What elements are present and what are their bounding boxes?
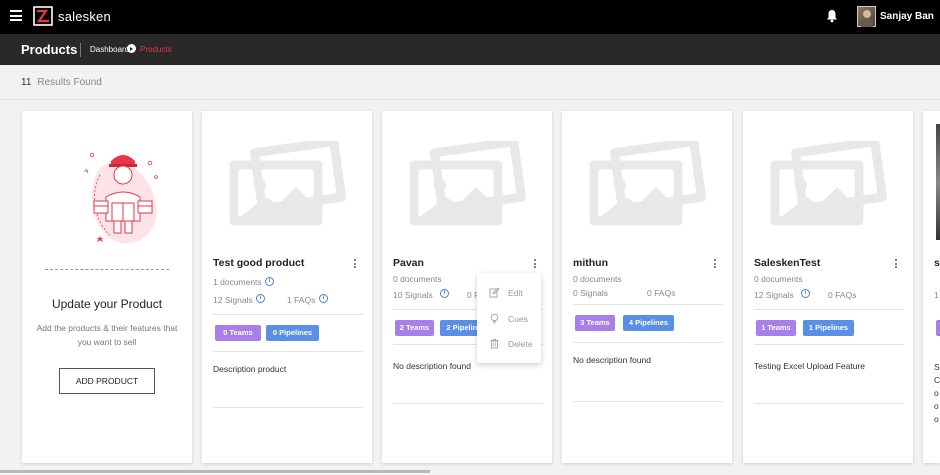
card-divider: [573, 304, 723, 305]
pipelines-badge[interactable]: 0 Pipelines: [266, 325, 319, 341]
image-placeholder-icon: [767, 141, 891, 227]
image-placeholder-icon: [226, 141, 350, 227]
product-documents: 1: [934, 290, 939, 300]
bell-icon[interactable]: [826, 9, 838, 23]
menu-item-edit[interactable]: Edit: [489, 287, 523, 298]
menu-item-delete[interactable]: Delete: [489, 338, 533, 349]
avatar[interactable]: [857, 6, 876, 27]
product-name[interactable]: mithun: [573, 257, 608, 269]
product-description: Testing Excel Upload Feature: [754, 361, 866, 371]
teams-badge[interactable]: 2 Teams: [395, 320, 434, 336]
horizontal-scrollbar[interactable]: [0, 470, 430, 473]
product-signals: 10 Signals: [393, 290, 433, 300]
info-icon[interactable]: i: [265, 277, 274, 286]
breadcrumb-products: Products: [140, 45, 172, 54]
chevron-right-icon: [127, 44, 136, 53]
product-signals: 12 Signals: [754, 290, 794, 300]
info-icon[interactable]: i: [319, 294, 328, 303]
add-product-button[interactable]: ADD PRODUCT: [59, 368, 155, 394]
lightbulb-icon: [490, 313, 499, 324]
menu-icon[interactable]: [10, 10, 22, 21]
product-card[interactable]: Test good product 1 documents i 12 Signa…: [202, 111, 372, 463]
card-divider: [213, 314, 363, 315]
product-card[interactable]: SaleskenTest 0 documents 12 Signals i 0 …: [743, 111, 913, 463]
more-options-icon[interactable]: [714, 259, 717, 269]
card-divider: [213, 351, 363, 352]
salesken-logo-icon: [33, 6, 53, 26]
card-divider: [573, 401, 723, 402]
product-name[interactable]: Pavan: [393, 257, 424, 269]
user-name[interactable]: Sanjay Ban: [880, 11, 934, 22]
page-title: Products: [21, 42, 78, 57]
product-image: [936, 124, 940, 240]
header-divider: [80, 43, 81, 57]
card-divider: [573, 342, 723, 343]
more-options-icon[interactable]: [895, 259, 898, 269]
more-options-icon[interactable]: [354, 259, 357, 269]
card-divider: [213, 407, 363, 408]
image-placeholder-icon: [406, 141, 530, 227]
update-product-title: Update your Product: [51, 297, 163, 311]
info-icon[interactable]: i: [256, 294, 265, 303]
card-divider: [754, 403, 904, 404]
teams-badge[interactable]: 3 Teams: [575, 315, 615, 331]
brand-name: salesken: [58, 9, 111, 24]
product-faqs: 1 FAQs: [287, 295, 316, 305]
results-divider: [0, 99, 940, 100]
teams-badge[interactable]: 1 Teams: [756, 320, 796, 336]
image-placeholder-icon: [586, 141, 710, 227]
product-signals: 12 Signals: [213, 295, 253, 305]
update-product-description: Add the products & their features that y…: [36, 323, 178, 347]
product-documents: 1 documents: [213, 277, 262, 287]
product-documents: 0 documents: [573, 274, 622, 284]
results-count: 11 Results Found: [21, 77, 102, 88]
product-description: No description found: [393, 361, 471, 371]
edit-icon: [489, 287, 500, 298]
pipelines-badge[interactable]: 1 Pipelines: [803, 320, 854, 336]
product-name[interactable]: SaleskenTest: [754, 257, 820, 269]
more-options-icon[interactable]: [534, 259, 537, 269]
card-divider: [754, 309, 904, 310]
product-description: No description found: [573, 355, 651, 365]
pipelines-badge[interactable]: 4 Pipelines: [623, 315, 674, 331]
breadcrumb-dashboard[interactable]: Dashboard: [90, 45, 129, 54]
update-product-card: Update your Product Add the products & t…: [22, 111, 192, 463]
product-faqs: 0 FAQs: [647, 288, 676, 298]
product-name[interactable]: s: [934, 257, 940, 269]
info-icon[interactable]: i: [440, 289, 449, 298]
card-divider: [393, 403, 543, 404]
product-documents: 0 documents: [393, 274, 442, 284]
product-documents: 0 documents: [754, 274, 803, 284]
product-description: S C o o o: [934, 362, 940, 424]
info-icon[interactable]: i: [801, 289, 810, 298]
product-description: Description product: [213, 364, 287, 374]
worker-illustration-icon: [84, 152, 158, 244]
product-faqs: 0 FAQs: [828, 290, 857, 300]
product-card[interactable]: mithun 0 documents 0 Signals 0 FAQs 3 Te…: [562, 111, 732, 463]
product-name[interactable]: Test good product: [213, 257, 304, 269]
page-header: Products Dashboard Products: [0, 34, 940, 65]
menu-item-cues[interactable]: Cues: [489, 313, 528, 324]
teams-badge[interactable]: 0 Teams: [215, 325, 261, 341]
dashed-divider: [45, 269, 169, 270]
trash-icon: [490, 339, 499, 349]
product-signals: 0 Signals: [573, 288, 608, 298]
top-bar: salesken Sanjay Ban: [0, 0, 940, 34]
product-context-menu: Edit Cues Delete: [477, 273, 541, 363]
teams-badge[interactable]: [936, 320, 940, 336]
card-divider: [754, 344, 904, 345]
